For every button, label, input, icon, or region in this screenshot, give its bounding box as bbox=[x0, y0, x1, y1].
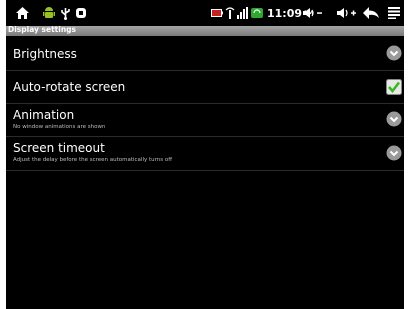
page-title: Display settings bbox=[8, 25, 76, 34]
settings-header: Display settings bbox=[6, 25, 404, 36]
debug-icon bbox=[74, 0, 88, 26]
setting-title: Animation bbox=[13, 108, 75, 122]
setting-subtitle: Adjust the delay before the screen autom… bbox=[13, 157, 173, 163]
setting-animation[interactable]: Animation No window animations are shown bbox=[6, 104, 404, 137]
back-icon[interactable] bbox=[362, 0, 380, 26]
wifi-icon bbox=[224, 0, 236, 26]
signal-icon bbox=[236, 0, 250, 26]
setting-screen-timeout[interactable]: Screen timeout Adjust the delay before t… bbox=[6, 137, 404, 171]
android-icon bbox=[42, 0, 56, 26]
status-bar: 11:09AM bbox=[6, 0, 404, 26]
menu-icon[interactable] bbox=[386, 0, 402, 26]
home-icon[interactable] bbox=[14, 0, 30, 26]
chevron-down-icon bbox=[386, 111, 402, 127]
setting-title: Screen timeout bbox=[13, 141, 105, 155]
clock-time: 11:09 bbox=[267, 6, 303, 20]
setting-auto-rotate[interactable]: Auto-rotate screen bbox=[6, 71, 404, 104]
setting-subtitle: No window animations are shown bbox=[13, 124, 106, 130]
sync-icon bbox=[250, 0, 264, 26]
clock: 11:09AM bbox=[267, 0, 314, 26]
chevron-down-icon bbox=[386, 45, 402, 61]
battery-low-icon bbox=[210, 0, 224, 26]
setting-title: Auto-rotate screen bbox=[13, 80, 126, 94]
checkbox-checked-icon[interactable] bbox=[386, 79, 402, 95]
chevron-down-icon bbox=[386, 145, 402, 161]
volume-down-icon[interactable] bbox=[302, 0, 324, 26]
screen: 11:09AM Display settings Brightness Auto… bbox=[6, 0, 404, 309]
setting-title: Brightness bbox=[13, 47, 77, 61]
volume-up-icon[interactable] bbox=[336, 0, 358, 26]
usb-icon bbox=[58, 0, 72, 26]
setting-brightness[interactable]: Brightness bbox=[6, 37, 404, 71]
